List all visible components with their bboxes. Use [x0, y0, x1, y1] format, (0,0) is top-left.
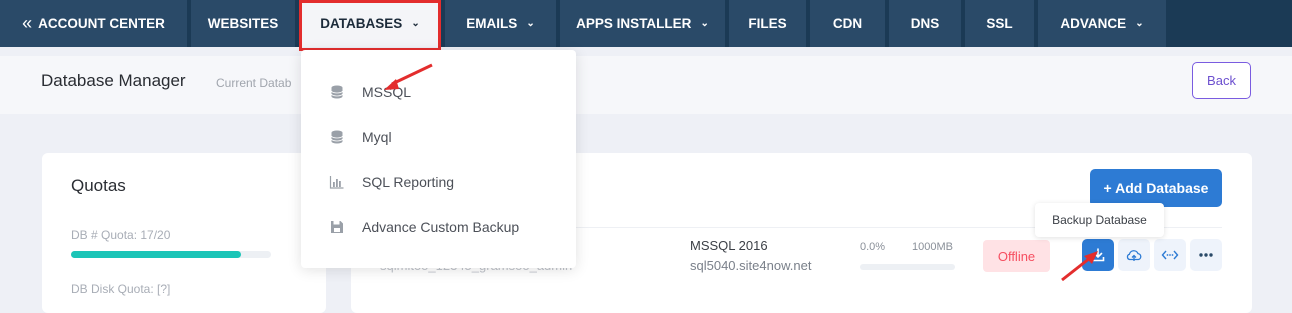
database-usage-percent: 0.0% — [860, 241, 886, 253]
databases-tab-highlight — [299, 0, 441, 51]
database-server: sql5040.site4now.net — [690, 258, 812, 273]
db-quota-progress-fill — [71, 251, 241, 258]
database-icon — [331, 85, 343, 99]
back-button[interactable]: Back — [1192, 62, 1251, 99]
tab-cdn-label: CDN — [832, 16, 863, 31]
dropdown-item-label: MSSQL — [362, 84, 412, 100]
tab-advance-label: ADVANCE — [1060, 16, 1127, 31]
tab-account-center-label: ACCOUNT CENTER — [38, 16, 165, 31]
bar-chart-icon — [329, 176, 344, 189]
database-size: 1000MB — [912, 241, 953, 253]
double-chevron-left-icon: « — [22, 13, 33, 33]
tab-ssl[interactable]: SSL — [965, 0, 1034, 47]
tab-emails-label: EMAILS — [466, 16, 518, 31]
tab-apps-installer-label: APPS INSTALLER — [576, 16, 692, 31]
dropdown-item-advance-custom-backup[interactable]: Advance Custom Backup — [301, 207, 576, 247]
status-badge: Offline — [983, 240, 1050, 272]
tab-emails[interactable]: EMAILS ⌄ — [445, 0, 556, 47]
tab-cdn[interactable]: CDN — [810, 0, 885, 47]
backup-database-button[interactable] — [1082, 239, 1114, 271]
backup-tooltip: Backup Database — [1035, 203, 1164, 237]
connection-button[interactable] — [1154, 239, 1186, 271]
database-icon — [331, 130, 343, 144]
tab-websites[interactable]: WEBSITES — [191, 0, 295, 47]
chevron-down-icon: ⌄ — [526, 18, 535, 29]
more-actions-button[interactable] — [1190, 239, 1222, 271]
chevron-down-icon: ⌄ — [1135, 18, 1144, 29]
dropdown-item-label: Advance Custom Backup — [362, 219, 520, 235]
db-quota-label: DB # Quota: 17/20 — [71, 228, 171, 242]
dropdown-item-sql-reporting[interactable]: SQL Reporting — [301, 162, 576, 202]
code-brackets-icon — [1161, 250, 1179, 260]
database-usage-progress — [860, 264, 955, 270]
tab-websites-label: WEBSITES — [207, 16, 279, 31]
page-title: Database Manager — [41, 71, 186, 90]
download-icon — [1091, 248, 1105, 262]
top-navigation: « ACCOUNT CENTER WEBSITES DATABASES ⌄ EM… — [0, 0, 1292, 47]
page-subheader: Database Manager Current Datab — [0, 56, 1292, 114]
tab-ssl-label: SSL — [986, 16, 1013, 31]
save-icon — [331, 221, 343, 233]
quotas-title: Quotas — [71, 176, 126, 195]
tab-files-label: FILES — [748, 16, 787, 31]
dropdown-item-label: Myql — [362, 129, 392, 145]
databases-dropdown: MSSQL Myql SQL Reporting Advance Custom … — [301, 50, 576, 268]
add-database-button[interactable]: + Add Database — [1090, 169, 1222, 207]
more-icon — [1199, 253, 1213, 257]
cloud-upload-icon — [1126, 250, 1142, 261]
tab-dns[interactable]: DNS — [889, 0, 961, 47]
db-quota-progress — [71, 251, 271, 258]
dropdown-item-label: SQL Reporting — [362, 174, 455, 190]
chevron-down-icon: ⌄ — [700, 18, 709, 29]
dropdown-item-mssql[interactable]: MSSQL — [301, 72, 576, 112]
tab-account-center[interactable]: « ACCOUNT CENTER — [0, 0, 187, 47]
database-version: MSSQL 2016 — [690, 238, 768, 253]
cloud-backup-button[interactable] — [1118, 239, 1150, 271]
disk-quota-label: DB Disk Quota: [?] — [71, 282, 171, 296]
dropdown-item-mysql[interactable]: Myql — [301, 117, 576, 157]
tab-apps-installer[interactable]: APPS INSTALLER ⌄ — [560, 0, 725, 47]
breadcrumb: Current Datab — [216, 76, 292, 90]
tab-files[interactable]: FILES — [729, 0, 806, 47]
tab-advance[interactable]: ADVANCE ⌄ — [1038, 0, 1166, 47]
tab-dns-label: DNS — [910, 16, 940, 31]
